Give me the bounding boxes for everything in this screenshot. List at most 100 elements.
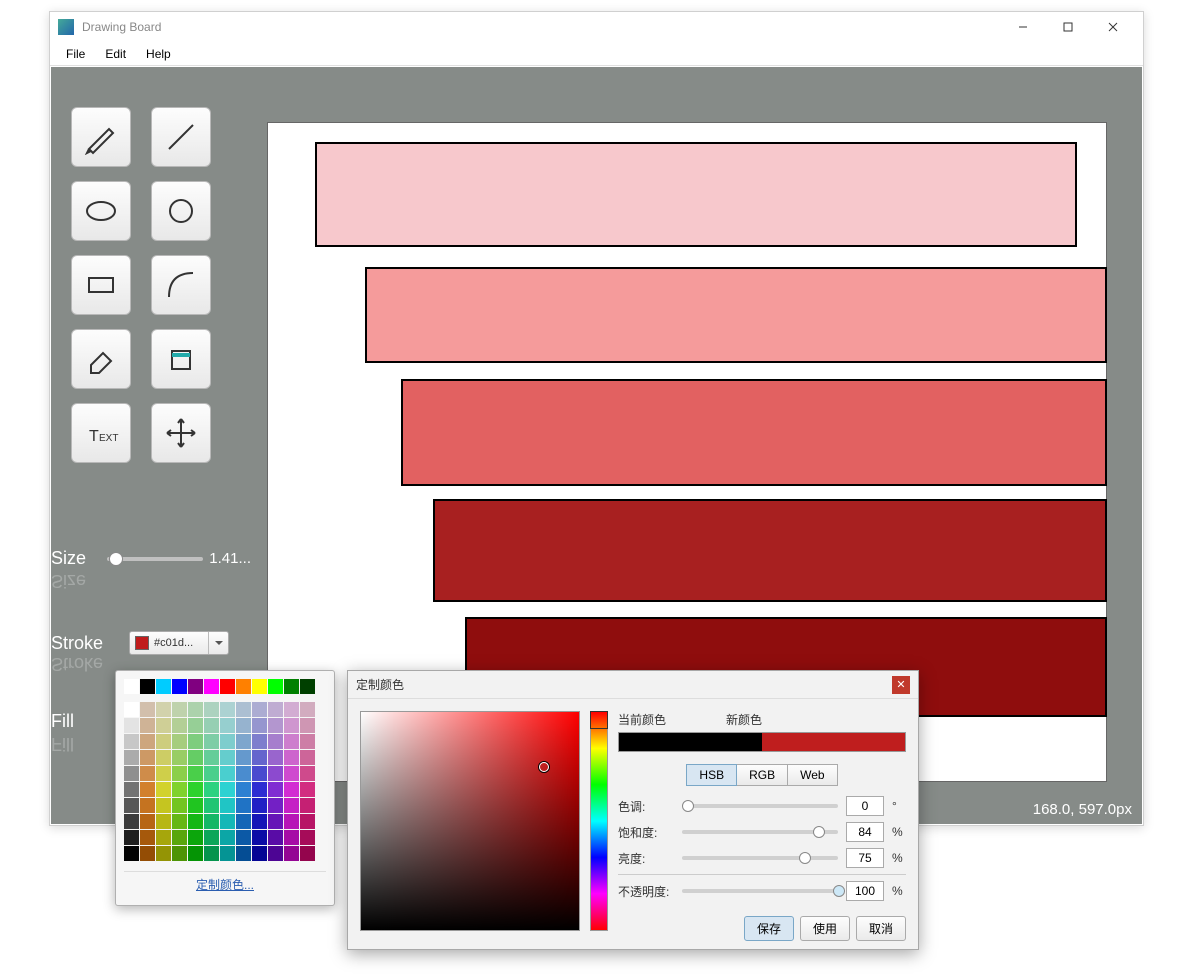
palette-swatch[interactable] [220, 718, 235, 733]
hue-slider[interactable] [590, 711, 608, 931]
palette-swatch[interactable] [300, 782, 315, 797]
palette-swatch[interactable] [140, 846, 155, 861]
palette-swatch[interactable] [124, 814, 139, 829]
close-button[interactable] [1090, 12, 1135, 42]
custom-color-link[interactable]: 定制颜色... [124, 871, 326, 897]
palette-swatch[interactable] [236, 846, 251, 861]
drawn-rectangle[interactable] [401, 379, 1107, 486]
palette-swatch[interactable] [124, 734, 139, 749]
palette-swatch[interactable] [252, 679, 267, 694]
palette-swatch[interactable] [172, 702, 187, 717]
palette-swatch[interactable] [220, 766, 235, 781]
palette-swatch[interactable] [156, 702, 171, 717]
palette-swatch[interactable] [188, 750, 203, 765]
palette-swatch[interactable] [268, 830, 283, 845]
hue-thumb[interactable] [682, 800, 694, 812]
maximize-button[interactable] [1045, 12, 1090, 42]
dialog-close-button[interactable]: ✕ [892, 676, 910, 694]
tool-circle[interactable] [151, 181, 211, 241]
hue-value-slider[interactable] [682, 804, 838, 808]
palette-swatch[interactable] [284, 830, 299, 845]
palette-swatch[interactable] [300, 750, 315, 765]
palette-swatch[interactable] [156, 814, 171, 829]
palette-swatch[interactable] [252, 798, 267, 813]
palette-swatch[interactable] [284, 846, 299, 861]
sat-slider[interactable] [682, 830, 838, 834]
palette-swatch[interactable] [172, 679, 187, 694]
palette-swatch[interactable] [252, 718, 267, 733]
palette-swatch[interactable] [172, 846, 187, 861]
palette-swatch[interactable] [268, 734, 283, 749]
tool-move[interactable] [151, 403, 211, 463]
palette-swatch[interactable] [124, 718, 139, 733]
palette-swatch[interactable] [300, 702, 315, 717]
palette-swatch[interactable] [252, 734, 267, 749]
palette-swatch[interactable] [236, 830, 251, 845]
palette-swatch[interactable] [204, 750, 219, 765]
palette-swatch[interactable] [284, 782, 299, 797]
palette-swatch[interactable] [172, 830, 187, 845]
palette-swatch[interactable] [204, 782, 219, 797]
palette-swatch[interactable] [284, 718, 299, 733]
bri-thumb[interactable] [799, 852, 811, 864]
palette-swatch[interactable] [300, 814, 315, 829]
palette-swatch[interactable] [252, 846, 267, 861]
palette-swatch[interactable] [140, 782, 155, 797]
palette-swatch[interactable] [236, 766, 251, 781]
palette-swatch[interactable] [188, 782, 203, 797]
palette-swatch[interactable] [172, 750, 187, 765]
palette-swatch[interactable] [300, 798, 315, 813]
palette-swatch[interactable] [156, 679, 171, 694]
opacity-input[interactable] [846, 881, 884, 901]
palette-swatch[interactable] [156, 766, 171, 781]
palette-swatch[interactable] [140, 750, 155, 765]
palette-swatch[interactable] [284, 814, 299, 829]
palette-swatch[interactable] [220, 702, 235, 717]
tool-rectangle[interactable] [71, 255, 131, 315]
palette-swatch[interactable] [204, 798, 219, 813]
palette-swatch[interactable] [188, 702, 203, 717]
palette-swatch[interactable] [220, 750, 235, 765]
palette-swatch[interactable] [268, 782, 283, 797]
palette-swatch[interactable] [124, 679, 139, 694]
palette-swatch[interactable] [236, 734, 251, 749]
palette-swatch[interactable] [220, 679, 235, 694]
palette-swatch[interactable] [188, 766, 203, 781]
palette-swatch[interactable] [204, 814, 219, 829]
palette-swatch[interactable] [268, 702, 283, 717]
palette-swatch[interactable] [300, 734, 315, 749]
palette-swatch[interactable] [188, 830, 203, 845]
palette-swatch[interactable] [236, 718, 251, 733]
palette-swatch[interactable] [252, 750, 267, 765]
palette-swatch[interactable] [188, 718, 203, 733]
tab-rgb[interactable]: RGB [737, 764, 788, 786]
palette-swatch[interactable] [188, 679, 203, 694]
menu-file[interactable]: File [56, 44, 95, 64]
palette-swatch[interactable] [124, 846, 139, 861]
palette-swatch[interactable] [300, 718, 315, 733]
palette-swatch[interactable] [156, 750, 171, 765]
size-slider-thumb[interactable] [109, 552, 123, 566]
tool-ellipse[interactable] [71, 181, 131, 241]
palette-swatch[interactable] [220, 814, 235, 829]
palette-swatch[interactable] [236, 782, 251, 797]
palette-swatch[interactable] [188, 846, 203, 861]
saturation-value-area[interactable] [360, 711, 580, 931]
palette-swatch[interactable] [172, 718, 187, 733]
palette-swatch[interactable] [188, 734, 203, 749]
palette-swatch[interactable] [156, 830, 171, 845]
palette-swatch[interactable] [124, 766, 139, 781]
drawn-rectangle[interactable] [315, 142, 1077, 247]
palette-swatch[interactable] [252, 782, 267, 797]
palette-swatch[interactable] [124, 830, 139, 845]
palette-swatch[interactable] [140, 702, 155, 717]
palette-swatch[interactable] [268, 766, 283, 781]
palette-swatch[interactable] [236, 679, 251, 694]
palette-swatch[interactable] [140, 830, 155, 845]
sat-input[interactable] [846, 822, 884, 842]
tool-pencil[interactable] [71, 107, 131, 167]
palette-swatch[interactable] [188, 814, 203, 829]
palette-swatch[interactable] [156, 718, 171, 733]
palette-swatch[interactable] [300, 846, 315, 861]
palette-swatch[interactable] [220, 782, 235, 797]
